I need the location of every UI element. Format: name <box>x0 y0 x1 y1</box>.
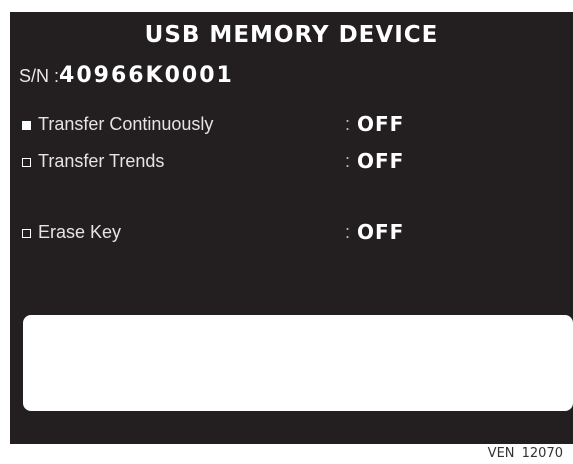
figure-id: VEN 12070 <box>487 446 563 461</box>
selected-checkbox-icon <box>22 121 31 130</box>
option-label: Transfer Continuously <box>38 114 214 134</box>
serial-value: 40966K0001 <box>59 63 234 88</box>
unselected-checkbox-icon <box>22 158 31 167</box>
serial-number: S/N :40966K0001 <box>19 63 234 88</box>
option-transfer-continuously[interactable]: Transfer Continuously : OFF <box>22 112 562 140</box>
unselected-checkbox-icon <box>22 229 31 238</box>
option-separator: : <box>345 114 351 134</box>
option-label: Erase Key <box>38 222 122 242</box>
option-erase-key[interactable]: Erase Key : OFF <box>22 220 562 248</box>
option-value: OFF <box>357 149 405 173</box>
option-transfer-trends[interactable]: Transfer Trends : OFF <box>22 149 562 177</box>
screen-title: USB MEMORY DEVICE <box>144 22 439 48</box>
message-box <box>23 315 573 411</box>
device-screen: USB MEMORY DEVICE S/N :40966K0001 Transf… <box>10 12 573 444</box>
option-value: OFF <box>357 112 405 136</box>
option-separator: : <box>345 151 351 171</box>
serial-label: S/N : <box>19 66 60 86</box>
option-value: OFF <box>357 220 405 244</box>
option-separator: : <box>345 222 351 242</box>
option-label: Transfer Trends <box>38 151 165 171</box>
